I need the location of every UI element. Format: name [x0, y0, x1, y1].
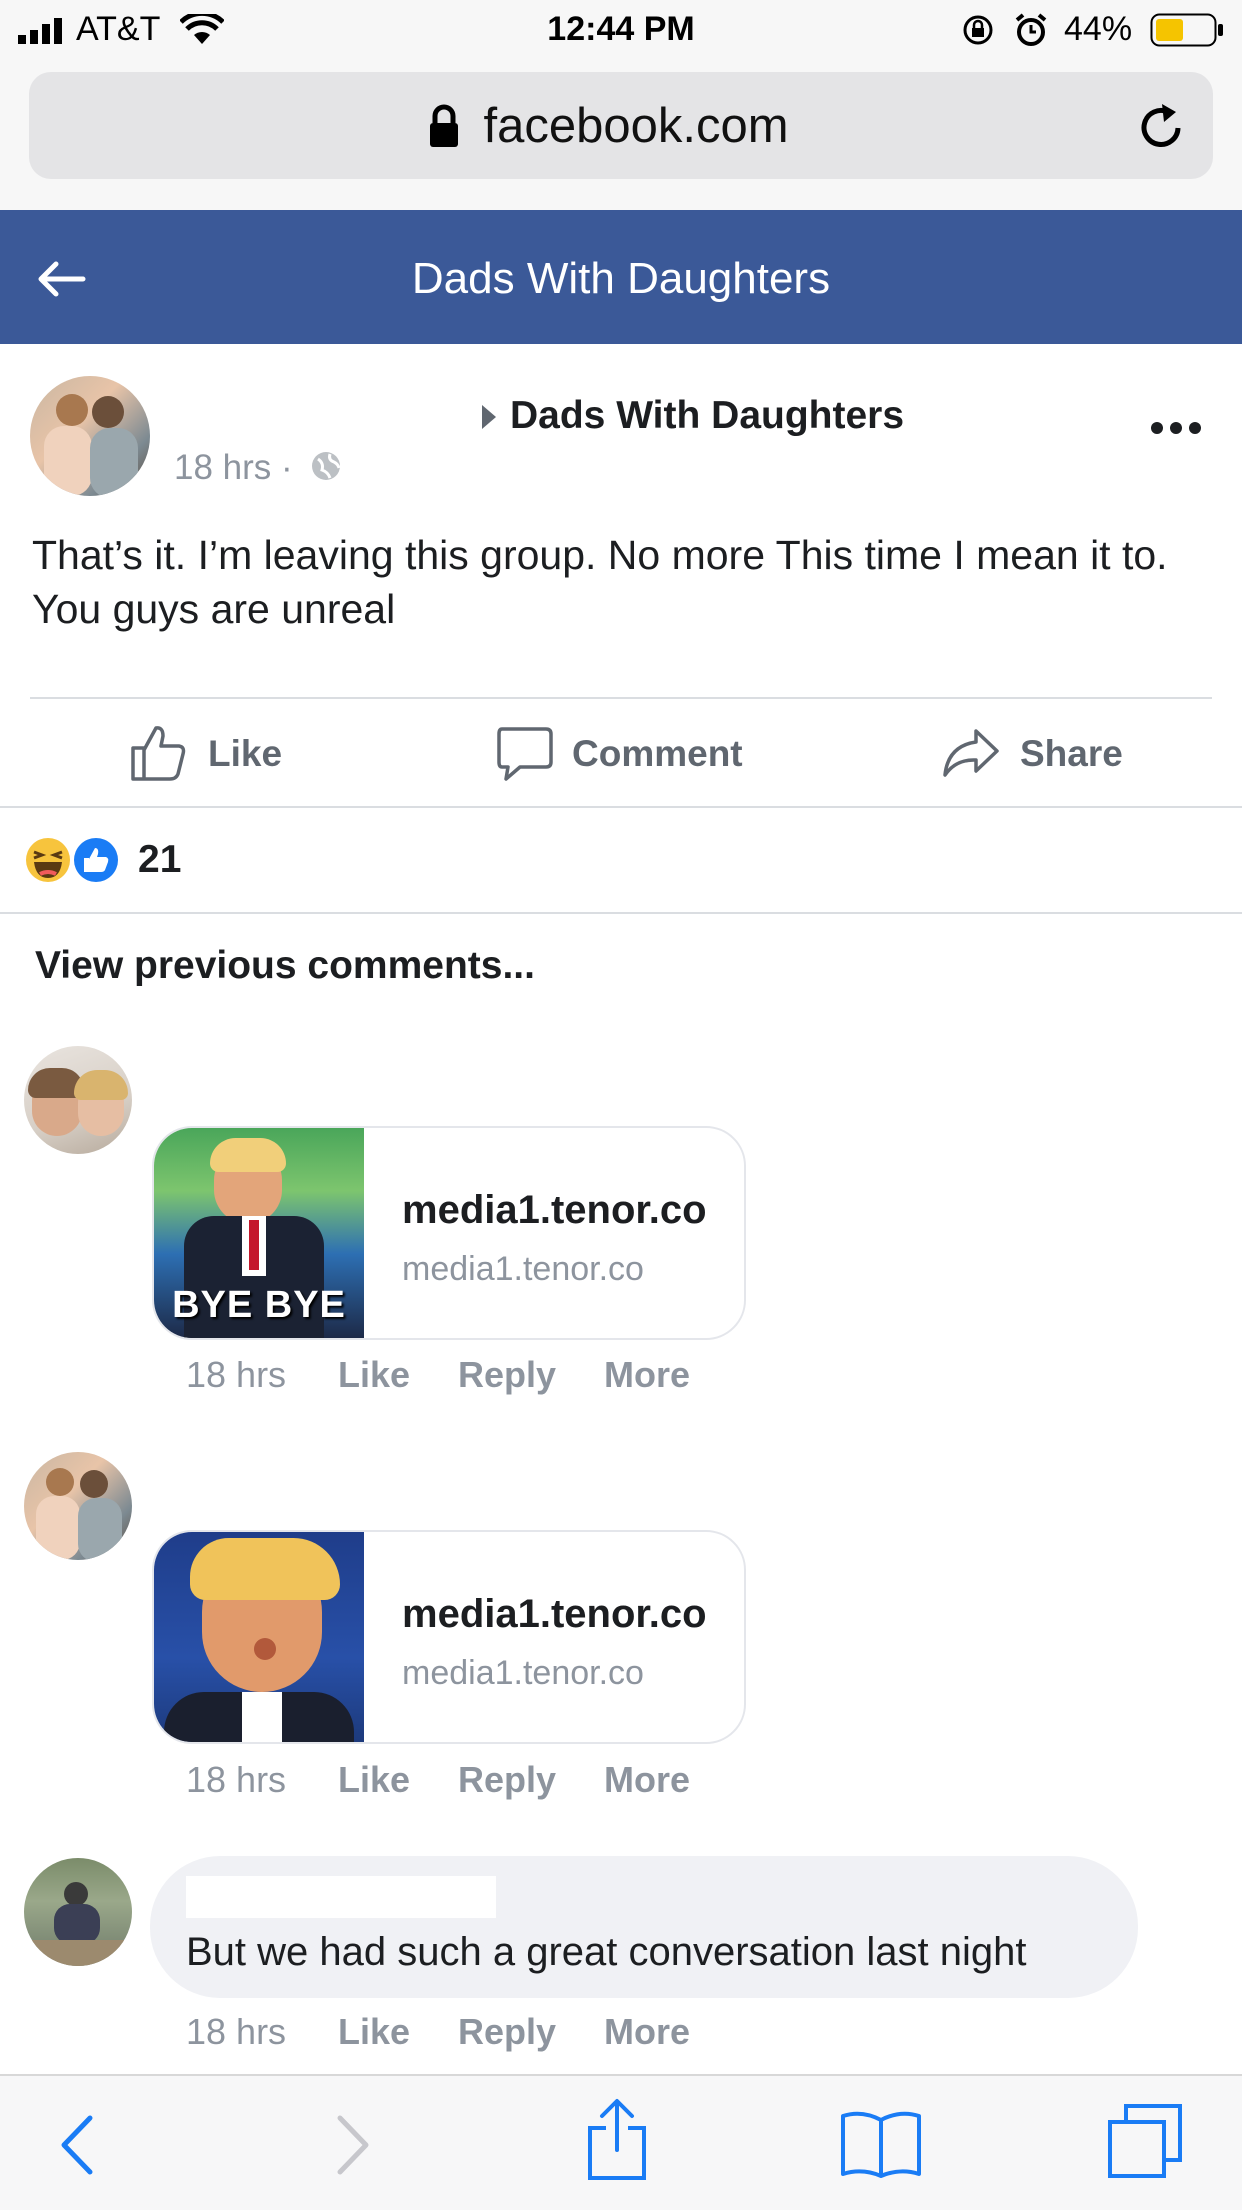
divider	[0, 806, 1242, 808]
globe-icon	[312, 452, 341, 480]
share-arrow-icon	[943, 729, 999, 777]
tabs-icon[interactable]	[1106, 2102, 1184, 2180]
share-icon[interactable]	[584, 2098, 650, 2182]
link-domain: media1.tenor.co	[402, 1654, 644, 1692]
comment-time[interactable]: 18 hrs	[186, 1354, 286, 1396]
reload-icon[interactable]	[1138, 102, 1186, 154]
divider	[0, 912, 1242, 914]
share-button[interactable]: Share	[942, 716, 1142, 790]
comment-more-button[interactable]: More	[604, 1354, 690, 1396]
view-previous-comments[interactable]: View previous comments...	[35, 944, 535, 988]
commenter-avatar[interactable]	[24, 1452, 132, 1560]
comment-more-button[interactable]: More	[604, 2011, 690, 2053]
reaction-count[interactable]: 21	[138, 838, 181, 882]
like-reaction-icon	[71, 835, 121, 885]
url-text[interactable]: facebook.com	[0, 98, 1242, 154]
redacted-name	[186, 1876, 496, 1918]
battery-percent: 44%	[1064, 10, 1133, 48]
comment-button[interactable]: Comment	[494, 716, 754, 790]
status-time: 12:44 PM	[547, 10, 695, 48]
like-label: Like	[208, 733, 283, 774]
commenter-avatar[interactable]	[24, 1046, 132, 1154]
thumbs-up-icon	[131, 726, 186, 781]
comment-like-button[interactable]: Like	[338, 2011, 410, 2053]
haha-reaction-icon	[23, 835, 73, 885]
caret-right-icon	[482, 405, 496, 429]
page-title: Dads With Daughters	[411, 254, 831, 303]
comment-time[interactable]: 18 hrs	[186, 2011, 286, 2053]
gif-caption: BYE BYE	[172, 1284, 346, 1326]
more-options-icon[interactable]	[1150, 420, 1202, 436]
comment-label: Comment	[572, 733, 743, 774]
gif-thumbnail: BYE BYE	[154, 1128, 364, 1338]
comment-more-button[interactable]: More	[604, 1759, 690, 1801]
comment-reply-button[interactable]: Reply	[458, 1759, 556, 1801]
rotation-lock-icon	[963, 15, 993, 45]
link-domain: media1.tenor.co	[402, 1250, 644, 1288]
comment-like-button[interactable]: Like	[338, 1759, 410, 1801]
comment-text: But we had such a great conversation las…	[186, 1930, 1027, 1974]
post-group-name[interactable]: Dads With Daughters	[510, 394, 904, 438]
link-preview-card[interactable]: BYE BYE media1.tenor.co media1.tenor.co	[152, 1126, 746, 1340]
link-title: media1.tenor.co	[402, 1592, 707, 1636]
like-button[interactable]: Like	[120, 716, 320, 790]
poster-avatar[interactable]	[30, 376, 150, 496]
link-title: media1.tenor.co	[402, 1188, 707, 1232]
commenter-avatar[interactable]	[24, 1858, 132, 1966]
post-timestamp[interactable]: 18 hrs ·	[174, 448, 293, 488]
share-label: Share	[1020, 733, 1123, 774]
alarm-icon	[1015, 13, 1047, 46]
battery-icon	[1150, 13, 1223, 47]
divider	[30, 697, 1212, 699]
bookmarks-icon[interactable]	[840, 2108, 922, 2178]
comment-like-button[interactable]: Like	[338, 1354, 410, 1396]
forward-icon	[337, 2115, 369, 2175]
comment-time[interactable]: 18 hrs	[186, 1759, 286, 1801]
back-icon[interactable]	[56, 2114, 96, 2176]
comment-reply-button[interactable]: Reply	[458, 1354, 556, 1396]
gif-thumbnail	[154, 1532, 364, 1742]
post-text: That’s it. I’m leaving this group. No mo…	[32, 532, 1168, 632]
comment-icon	[497, 727, 553, 781]
link-preview-card[interactable]: media1.tenor.co media1.tenor.co	[152, 1530, 746, 1744]
comment-reply-button[interactable]: Reply	[458, 2011, 556, 2053]
